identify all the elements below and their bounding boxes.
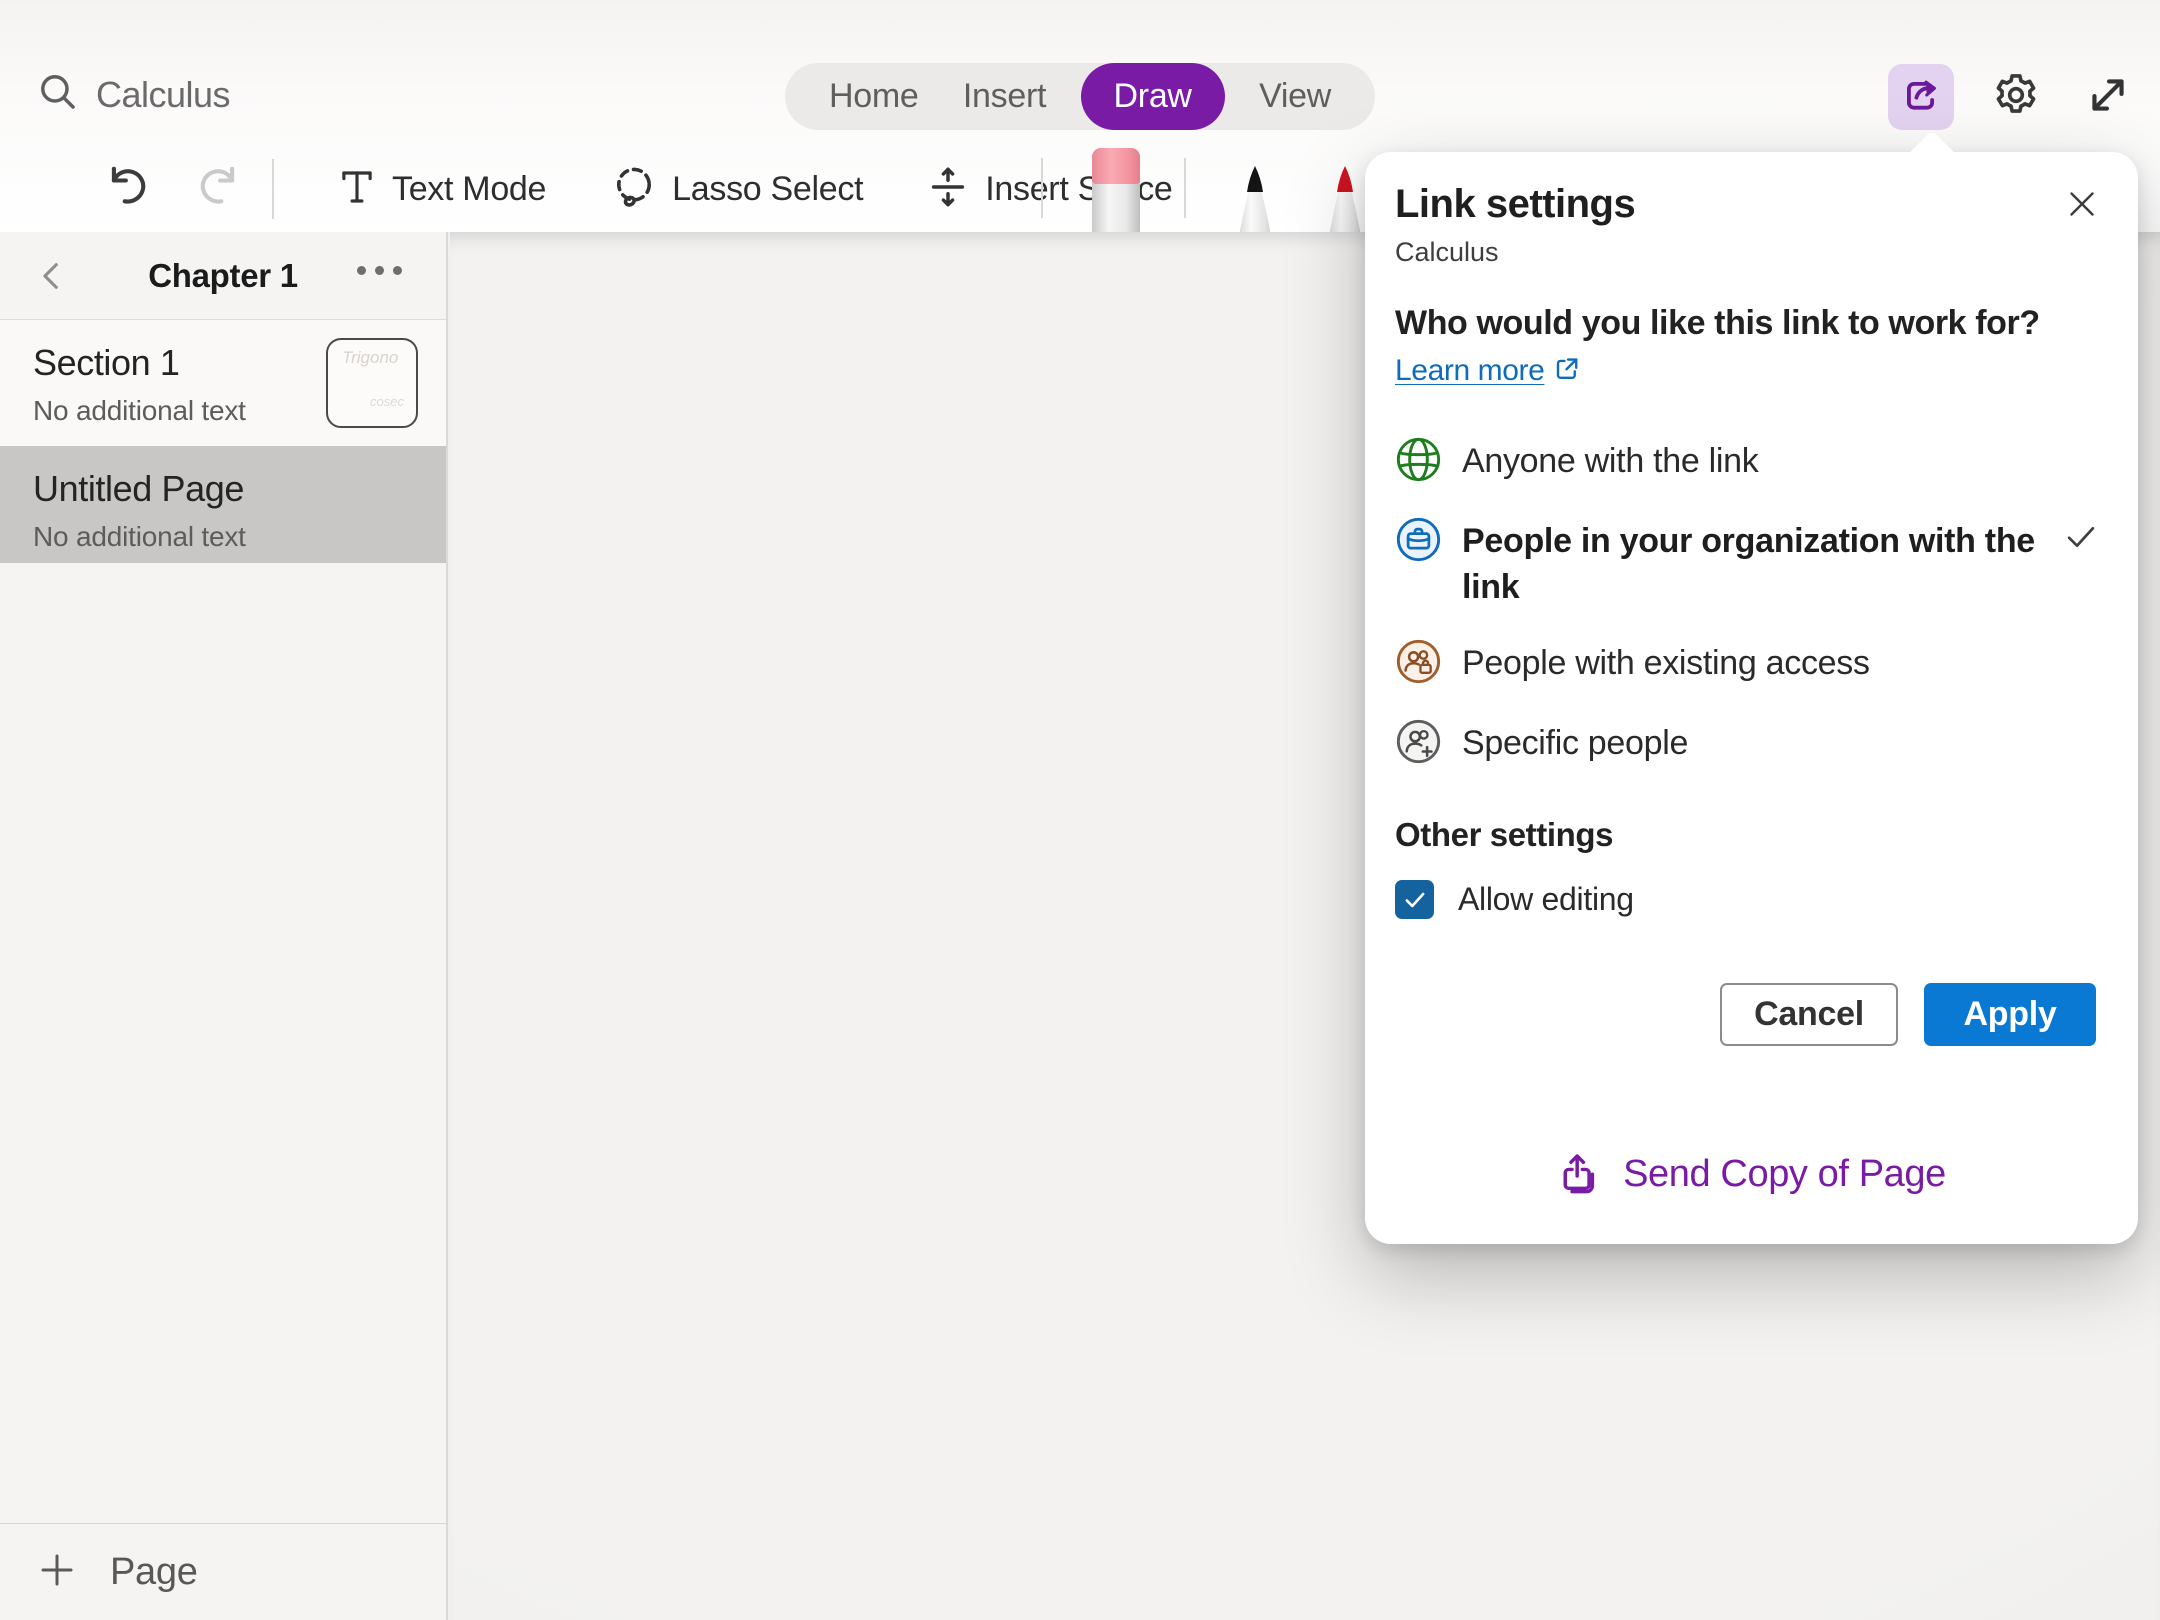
redo-button[interactable]	[192, 161, 244, 218]
apply-button[interactable]: Apply	[1924, 983, 2096, 1046]
option-label: Anyone with the link	[1462, 436, 1758, 484]
toolbar-divider	[1184, 158, 1186, 218]
tab-draw[interactable]: Draw	[1081, 63, 1225, 130]
option-label: People in your organization with the lin…	[1462, 516, 2042, 610]
red-pen-tool[interactable]	[1320, 164, 1370, 232]
page-subtitle: No additional text	[33, 521, 446, 553]
send-copy-button[interactable]: Send Copy of Page	[1365, 1134, 2138, 1214]
eraser-cap	[1092, 148, 1140, 184]
text-mode-label: Text Mode	[392, 170, 546, 209]
notebook-search[interactable]: Calculus	[36, 70, 230, 119]
more-options-button[interactable]	[357, 266, 402, 275]
sidebar-header: Chapter 1	[0, 232, 446, 320]
section-title: Chapter 1	[148, 257, 298, 295]
allow-editing-label: Allow editing	[1458, 881, 1634, 918]
allow-editing-checkbox[interactable]	[1395, 880, 1434, 919]
add-page-button[interactable]: Page	[0, 1523, 446, 1620]
send-copy-icon	[1557, 1150, 1601, 1199]
lasso-select-icon	[610, 163, 658, 216]
briefcase-icon	[1395, 516, 1442, 568]
gear-icon	[1990, 69, 2042, 126]
insert-space-icon	[925, 164, 971, 215]
black-pen-tool[interactable]	[1230, 164, 1280, 232]
page-list-item-section1[interactable]: Section 1 No additional text Trigono cos…	[0, 320, 446, 446]
back-button[interactable]	[30, 254, 74, 298]
option-label: People with existing access	[1462, 638, 1870, 686]
undo-icon	[102, 161, 154, 218]
send-copy-label: Send Copy of Page	[1623, 1153, 1946, 1196]
learn-more-link[interactable]: Learn more	[1395, 354, 1544, 387]
option-label: Specific people	[1462, 718, 1688, 766]
option-people-existing-access[interactable]: People with existing access	[1395, 624, 2108, 704]
option-specific-people[interactable]: Specific people	[1395, 704, 2108, 784]
redo-icon	[192, 161, 244, 218]
undo-button[interactable]	[102, 161, 154, 218]
dialog-buttons: Cancel Apply	[1395, 983, 2108, 1046]
toolbar-divider	[272, 159, 274, 219]
share-icon	[1898, 72, 1944, 123]
eraser-tool[interactable]	[1092, 148, 1140, 232]
dialog-subtitle: Calculus	[1395, 237, 2108, 268]
close-button[interactable]	[2062, 184, 2102, 224]
tab-home[interactable]: Home	[829, 77, 919, 116]
page-list-sidebar: Chapter 1 Section 1 No additional text T…	[0, 232, 448, 1620]
search-icon	[36, 70, 80, 119]
ribbon-tabs: Home Insert Draw View	[785, 63, 1375, 130]
lasso-select-button[interactable]: Lasso Select	[610, 163, 863, 216]
top-actions	[1888, 64, 2138, 130]
page-thumbnail: Trigono cosec	[326, 338, 418, 428]
notebook-title: Calculus	[96, 74, 230, 116]
person-add-icon	[1395, 718, 1442, 770]
cancel-button[interactable]: Cancel	[1720, 983, 1898, 1046]
expand-icon	[2083, 70, 2133, 125]
text-mode-button[interactable]: Text Mode	[336, 166, 546, 213]
option-people-in-organization[interactable]: People in your organization with the lin…	[1395, 502, 2108, 624]
question-text: Who would you like this link to work for…	[1395, 300, 2045, 396]
settings-button[interactable]	[1986, 64, 2046, 130]
tab-insert[interactable]: Insert	[963, 77, 1046, 116]
globe-icon	[1395, 436, 1442, 488]
share-button[interactable]	[1888, 64, 1954, 130]
option-anyone-with-link[interactable]: Anyone with the link	[1395, 422, 2108, 502]
link-scope-options: Anyone with the link People in your orga…	[1395, 422, 2108, 784]
people-lock-icon	[1395, 638, 1442, 690]
external-link-icon	[1552, 350, 1582, 396]
text-mode-icon	[336, 166, 378, 213]
checkbox-check-icon	[1402, 887, 1428, 913]
page-list-item-untitled[interactable]: Untitled Page No additional text	[0, 446, 446, 563]
fullscreen-button[interactable]	[2078, 64, 2138, 130]
plus-icon	[36, 1549, 78, 1596]
chevron-left-icon	[35, 259, 69, 293]
page-title: Untitled Page	[33, 468, 446, 510]
close-icon	[2064, 186, 2100, 222]
other-settings-heading: Other settings	[1395, 816, 2108, 854]
dialog-title: Link settings	[1395, 182, 2108, 227]
link-settings-popover: Link settings Calculus Who would you lik…	[1365, 152, 2138, 1244]
tab-view[interactable]: View	[1259, 77, 1331, 116]
insert-space-label: Insert Space	[985, 170, 1172, 209]
selected-check-icon	[2062, 518, 2100, 561]
lasso-select-label: Lasso Select	[672, 170, 863, 209]
add-page-label: Page	[110, 1551, 198, 1594]
allow-editing-row[interactable]: Allow editing	[1395, 880, 2108, 919]
toolbar-divider	[1041, 158, 1043, 218]
